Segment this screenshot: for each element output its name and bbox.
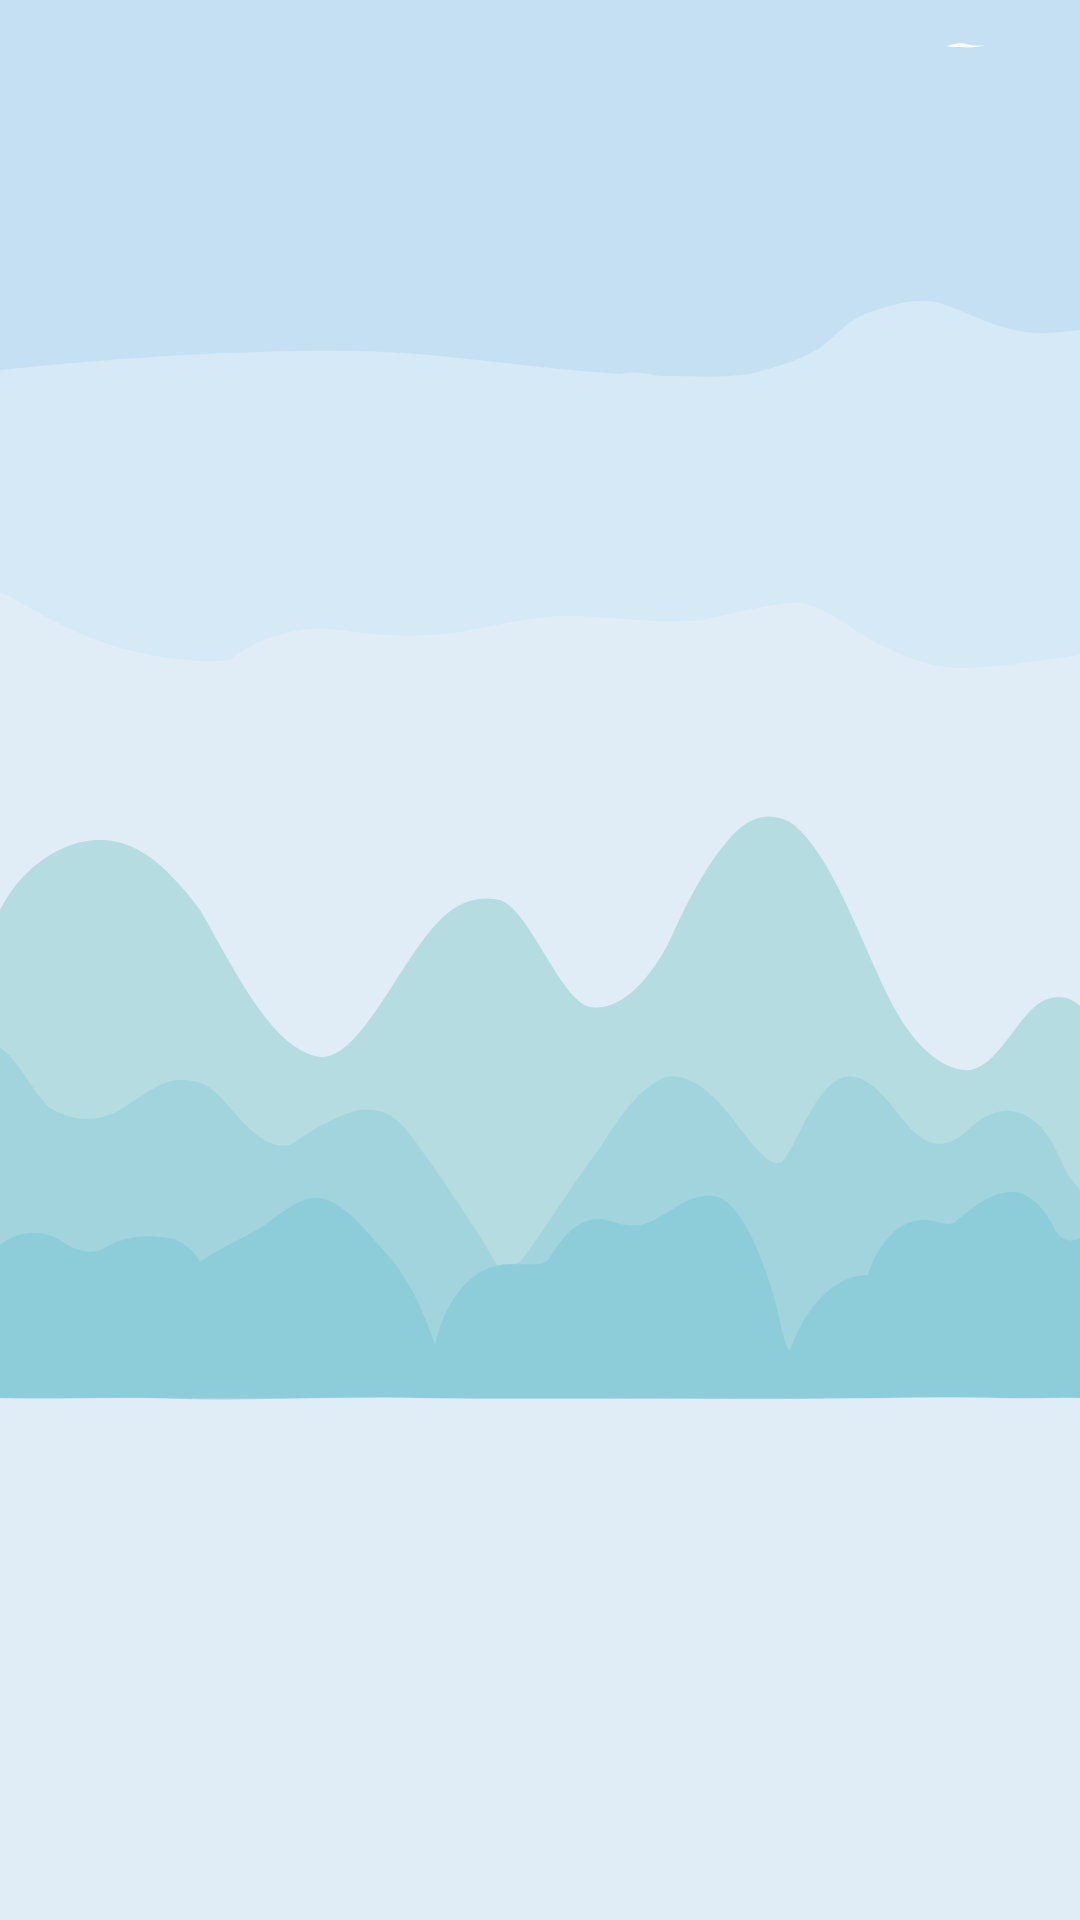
landscape-illustration xyxy=(0,0,1080,1920)
wallpaper-landscape xyxy=(0,0,1080,1920)
ground-plain xyxy=(0,1397,1080,1920)
